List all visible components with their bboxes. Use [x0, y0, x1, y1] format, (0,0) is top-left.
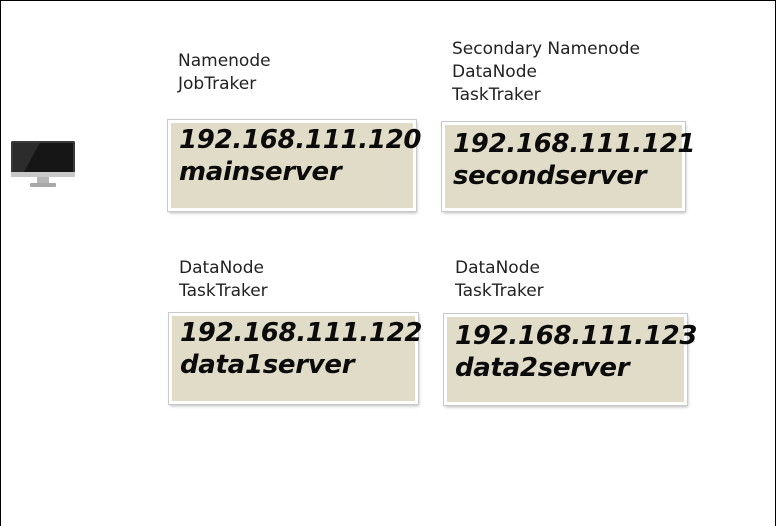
server-box-mainserver: 192.168.111.120 mainserver	[168, 120, 422, 211]
server-box-secondserver: 192.168.111.121 secondserver	[442, 122, 696, 211]
server-ip: 192.168.111.121	[453, 129, 696, 159]
server-ip: 192.168.111.122	[180, 318, 423, 348]
role-text: DataNode	[452, 62, 537, 82]
slide-frame-left	[0, 0, 1, 526]
role-text: DataNode	[455, 258, 540, 278]
server-hostname: data2server	[455, 353, 630, 383]
role-text: TaskTraker	[452, 85, 541, 105]
role-text: JobTraker	[178, 74, 257, 94]
server-ip: 192.168.111.123	[455, 321, 698, 351]
roles-label-data1server: DataNode TaskTraker	[179, 257, 268, 303]
role-text: Namenode	[178, 51, 271, 71]
roles-label-mainserver: Namenode JobTraker	[178, 50, 271, 96]
role-text: Secondary Namenode	[452, 39, 641, 59]
desktop-monitor-icon	[11, 141, 75, 187]
server-box-data2server: 192.168.111.123 data2server	[444, 314, 698, 405]
server-hostname: data1server	[180, 350, 355, 380]
server-box-data1server: 192.168.111.122 data1server	[169, 313, 423, 404]
server-ip: 192.168.111.120	[179, 125, 422, 155]
roles-label-secondserver: Secondary Namenode DataNode TaskTraker	[452, 38, 640, 107]
roles-label-data2server: DataNode TaskTraker	[455, 257, 544, 303]
role-text: TaskTraker	[179, 281, 268, 301]
slide-frame-top	[0, 0, 776, 1]
server-hostname: mainserver	[179, 157, 342, 187]
role-text: TaskTraker	[455, 281, 544, 301]
server-hostname: secondserver	[453, 161, 647, 191]
role-text: DataNode	[179, 258, 264, 278]
